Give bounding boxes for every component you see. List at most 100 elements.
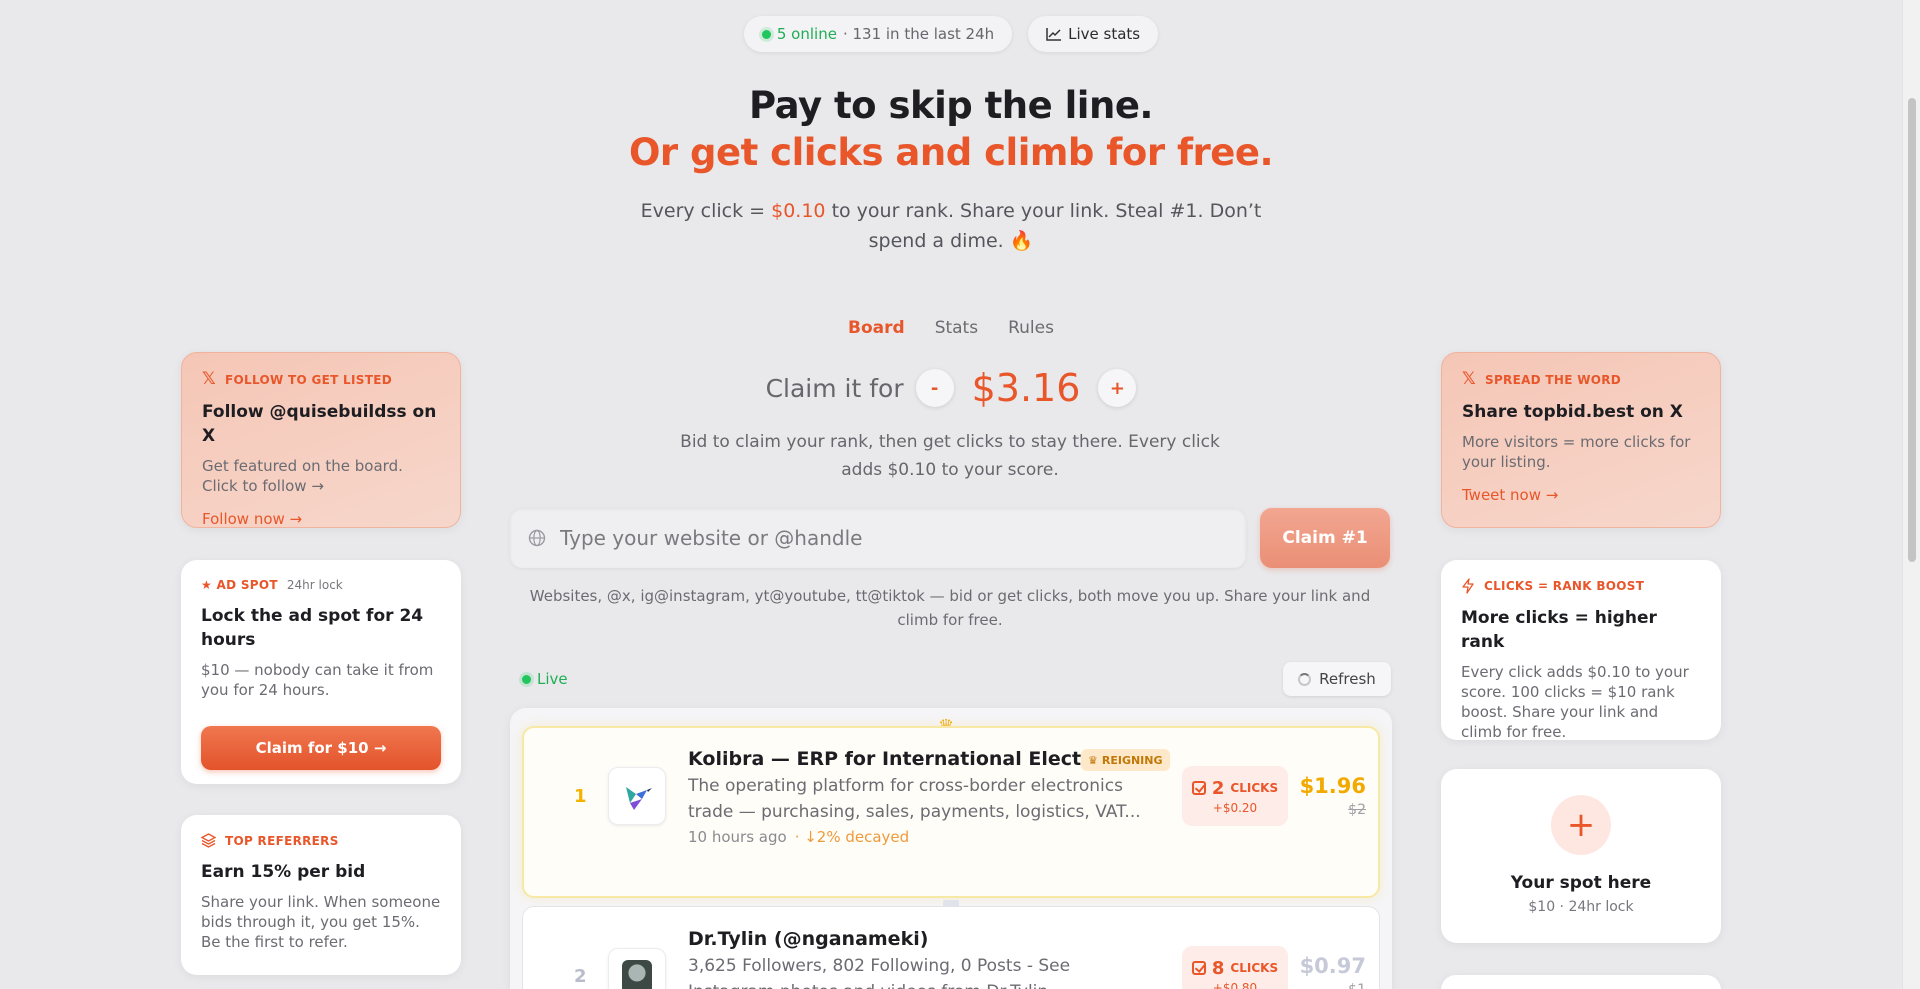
- live-dot-icon: [522, 674, 531, 684]
- spot-title: Your spot here: [1510, 873, 1652, 893]
- online-count: 5 online: [776, 25, 837, 43]
- live-label: Live: [537, 670, 568, 688]
- referrers-title: Earn 15% per bid: [201, 862, 366, 882]
- tab-rules[interactable]: Rules: [1008, 318, 1054, 338]
- avatar-photo: [622, 960, 652, 989]
- page: 5 online · 131 in the last 24h Live stat…: [0, 0, 1902, 989]
- click-button[interactable]: 2 CLICKS +$0.20: [1182, 766, 1288, 826]
- layers-icon: [201, 833, 216, 848]
- website-input[interactable]: [560, 526, 1220, 550]
- follow-kicker: 𝕏 FOLLOW TO GET LISTED: [202, 371, 440, 388]
- row-title[interactable]: Dr.Tylin (@nganameki): [688, 928, 928, 950]
- your-spot-card[interactable]: + Your spot here $10 · 24hr lock: [1441, 769, 1721, 943]
- clicks-count: 8 CLICKS: [1191, 957, 1279, 979]
- x-logo-icon: 𝕏: [202, 369, 216, 389]
- refresh-button[interactable]: Refresh: [1283, 662, 1391, 696]
- live-stats-label: Live stats: [1068, 25, 1141, 43]
- spread-kicker: 𝕏 SPREAD THE WORD: [1462, 371, 1700, 388]
- spread-word-card[interactable]: 𝕏 SPREAD THE WORD Share topbid.best on X …: [1441, 352, 1721, 528]
- hummingbird-logo-icon: [608, 767, 666, 825]
- rank-number: 2: [574, 966, 587, 987]
- view-tabs: Board Stats Rules: [0, 318, 1902, 338]
- referrers-kicker: TOP REFERRERS: [201, 833, 441, 848]
- last-24h-count: · 131 in the last 24h: [842, 25, 995, 43]
- hero-title: Pay to skip the line. Or get clicks and …: [0, 82, 1902, 176]
- ad-text: $10 — nobody can take it from you for 24…: [201, 661, 434, 699]
- follow-title: Follow @quisebuildss on X: [202, 402, 437, 446]
- live-indicator: Live: [522, 670, 568, 688]
- refresh-label: Refresh: [1319, 670, 1376, 688]
- follow-card[interactable]: 𝕏 FOLLOW TO GET LISTED Follow @quisebuild…: [181, 352, 461, 528]
- hero-sub-b: to your rank. Share your link. Steal #1.…: [825, 200, 1262, 252]
- line-chart-icon: [1046, 28, 1062, 41]
- hummingbird-icon: [626, 787, 652, 810]
- crown-small-icon: ♛: [1088, 753, 1098, 767]
- claim-button[interactable]: Claim #1: [1260, 508, 1390, 568]
- bid-price: $3.16: [971, 366, 1081, 410]
- hero-line-1: Pay to skip the line.: [749, 84, 1153, 127]
- referrers-text: Share your link. When someone bids throu…: [201, 893, 441, 951]
- follow-kicker-label: FOLLOW TO GET LISTED: [225, 372, 392, 387]
- clicks-bonus: +$0.80: [1212, 980, 1258, 989]
- row-price: $0.97: [1299, 954, 1366, 978]
- clicks-bonus: +$0.20: [1212, 800, 1258, 815]
- spread-kicker-label: SPREAD THE WORD: [1485, 372, 1622, 387]
- presence-bar: 5 online · 131 in the last 24h Live stat…: [0, 16, 1902, 52]
- online-dot-icon: [761, 29, 771, 39]
- ad-title: Lock the ad spot for 24 hours: [201, 606, 424, 650]
- boost-text: Every click adds $0.10 to your score. 10…: [1461, 663, 1689, 741]
- next-card: [1441, 975, 1721, 989]
- clicks-number: 8: [1211, 957, 1225, 979]
- input-helper-text: Websites, @x, ig@instagram, yt@youtube, …: [529, 587, 1371, 629]
- hero-line-2: Or get clicks and climb for free.: [628, 131, 1274, 174]
- boost-title: More clicks = higher rank: [1461, 608, 1657, 652]
- spot-subtitle: $10 · 24hr lock: [1528, 899, 1634, 915]
- referrers-kicker-label: TOP REFERRERS: [225, 833, 339, 848]
- row-description: The operating platform for cross-border …: [688, 776, 1141, 822]
- spread-text: More visitors = more clicks for your lis…: [1462, 433, 1691, 471]
- plus-icon: +: [1551, 795, 1611, 855]
- row-meta: 10 hours ago · ↓2% decayed: [688, 828, 909, 846]
- row-decay: · ↓2% decayed: [794, 828, 910, 846]
- clicks-word: CLICKS: [1230, 781, 1279, 795]
- follow-now-link[interactable]: Follow now →: [202, 510, 440, 528]
- boost-kicker-label: CLICKS = RANK BOOST: [1484, 579, 1645, 593]
- tab-board[interactable]: Board: [848, 318, 905, 338]
- ad-kicker-label: ★ AD SPOT: [201, 578, 278, 592]
- claim-ad-button[interactable]: Claim for $10 →: [201, 726, 441, 770]
- x-logo-icon: 𝕏: [1462, 369, 1476, 389]
- follow-text: Get featured on the board. Click to foll…: [202, 457, 403, 495]
- lightning-icon: [1462, 578, 1474, 594]
- ad-lock-label: 24hr lock: [286, 578, 343, 592]
- check-square-icon: [1191, 781, 1206, 795]
- row-title[interactable]: Kolibra — ERP for International Electro.…: [688, 748, 1125, 770]
- scrollbar[interactable]: [1902, 0, 1920, 989]
- decrease-bid-button[interactable]: -: [915, 369, 954, 407]
- increase-bid-button[interactable]: +: [1098, 369, 1137, 407]
- ad-kicker: ★ AD SPOT 24hr lock: [201, 578, 441, 592]
- claim-label: Claim it for: [765, 373, 904, 403]
- clicks-word: CLICKS: [1230, 961, 1279, 975]
- row-old-price: $1: [1296, 982, 1366, 989]
- avatar: [608, 948, 666, 989]
- click-button[interactable]: 8 CLICKS +$0.80: [1182, 946, 1288, 989]
- live-stats-button[interactable]: Live stats: [1028, 16, 1159, 52]
- rank-number: 1: [574, 786, 587, 807]
- check-square-icon: [1191, 961, 1206, 975]
- scrollbar-thumb[interactable]: [1908, 98, 1916, 562]
- tweet-now-link[interactable]: Tweet now →: [1462, 486, 1700, 504]
- tab-stats[interactable]: Stats: [935, 318, 978, 338]
- website-input-wrap: [510, 508, 1246, 568]
- row-description: 3,625 Followers, 802 Following, 0 Posts …: [688, 956, 1071, 989]
- row-price: $1.96: [1299, 774, 1366, 798]
- hero-subtitle: Every click = $0.10 to your rank. Share …: [640, 196, 1262, 256]
- reigning-badge: ♛ REIGNING: [1081, 749, 1170, 771]
- rank-boost-card: CLICKS = RANK BOOST More clicks = higher…: [1441, 560, 1721, 741]
- spread-title: Share topbid.best on X: [1462, 402, 1683, 422]
- top-referrers-card: TOP REFERRERS Earn 15% per bid Share you…: [181, 815, 461, 975]
- clicks-count: 2 CLICKS: [1191, 777, 1279, 799]
- hero-sub-a: Every click =: [640, 200, 772, 222]
- row-time: 10 hours ago: [688, 828, 787, 846]
- ad-spot-card: ★ AD SPOT 24hr lock Lock the ad spot for …: [181, 560, 461, 784]
- clicks-number: 2: [1211, 777, 1225, 799]
